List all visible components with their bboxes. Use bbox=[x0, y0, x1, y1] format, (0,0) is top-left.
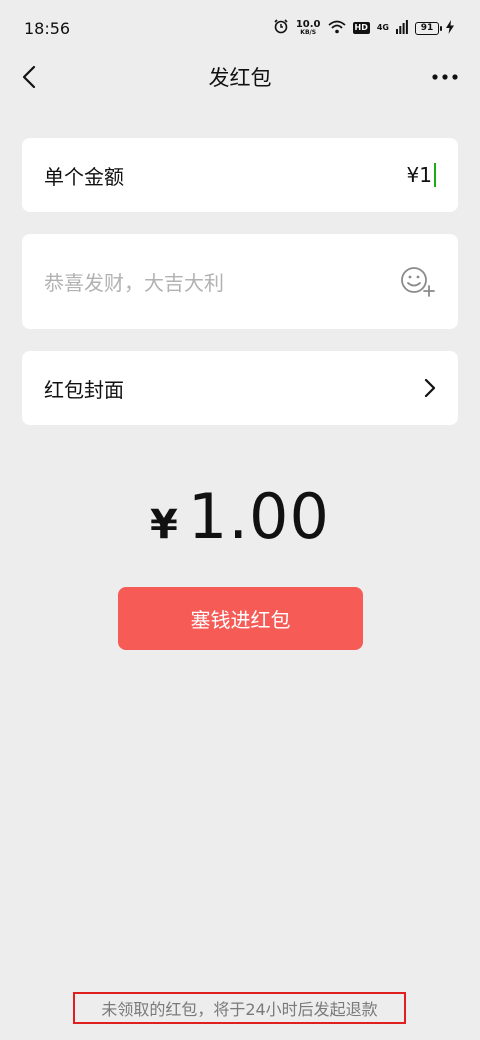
greeting-input[interactable]: 恭喜发财，大吉大利 bbox=[44, 267, 224, 296]
send-red-packet-button[interactable]: 塞钱进红包 bbox=[118, 587, 363, 650]
total-amount-display: ¥ 1.00 bbox=[0, 480, 480, 560]
chevron-left-icon bbox=[22, 65, 36, 89]
refund-note: 未领取的红包，将于24小时后发起退款 bbox=[73, 992, 406, 1024]
amount-value: ¥1 bbox=[406, 163, 432, 187]
hd-badge: HD bbox=[352, 22, 370, 34]
status-icons: 10.0 KB/S HD 4G 91 bbox=[273, 18, 454, 38]
more-dots-icon bbox=[432, 74, 458, 80]
signal-icon bbox=[396, 19, 408, 38]
battery-level: 91 bbox=[420, 22, 434, 33]
emoji-add-icon bbox=[401, 266, 435, 297]
text-caret bbox=[434, 163, 436, 187]
network-speed-unit: KB/S bbox=[300, 29, 317, 36]
page-title: 发红包 bbox=[208, 66, 272, 90]
greeting-field-card[interactable]: 恭喜发财，大吉大利 bbox=[22, 234, 458, 329]
emoji-button[interactable] bbox=[400, 264, 436, 300]
total-amount: 1.00 bbox=[187, 480, 330, 553]
network-speed: 10.0 KB/S bbox=[296, 20, 321, 36]
chevron-right-icon bbox=[424, 378, 436, 398]
battery-icon: 91 bbox=[415, 21, 442, 35]
alarm-icon bbox=[273, 18, 289, 38]
wifi-icon bbox=[327, 19, 346, 38]
nav-bar: 发红包 bbox=[0, 56, 480, 98]
status-bar: 18:56 10.0 KB/S HD 4G 91 bbox=[0, 0, 480, 56]
amount-field-card[interactable]: 单个金额 ¥1 bbox=[22, 138, 458, 212]
back-button[interactable] bbox=[14, 62, 44, 92]
status-time: 18:56 bbox=[24, 18, 71, 38]
cover-label: 红包封面 bbox=[44, 377, 124, 402]
cover-selector[interactable]: 红包封面 bbox=[22, 351, 458, 425]
more-button[interactable] bbox=[428, 62, 462, 92]
charging-icon bbox=[446, 19, 454, 38]
amount-label: 单个金额 bbox=[44, 164, 124, 189]
amount-input[interactable]: ¥1 bbox=[407, 163, 436, 187]
network-type-label: 4G bbox=[376, 23, 389, 32]
currency-symbol: ¥ bbox=[150, 502, 178, 548]
refund-note-text: 未领取的红包，将于24小时后发起退款 bbox=[101, 1000, 378, 1019]
